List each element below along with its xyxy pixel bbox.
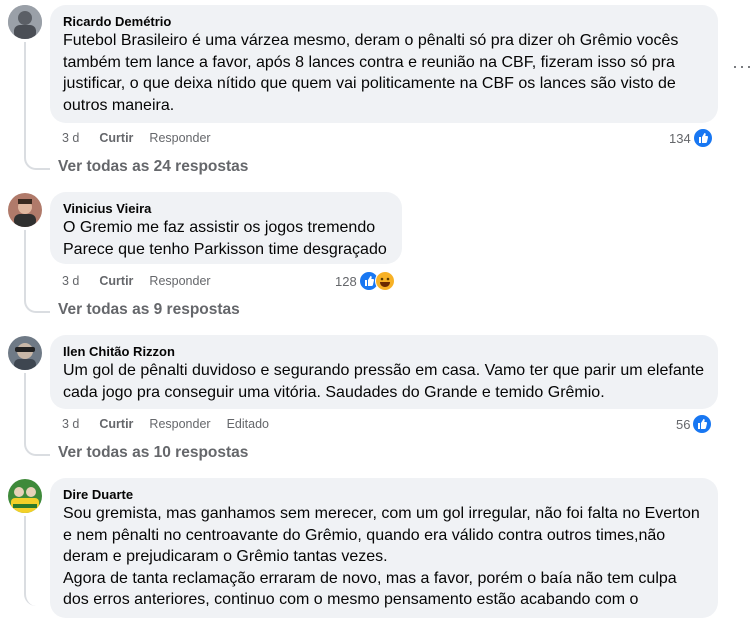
reply-button[interactable]: Responder [149, 417, 210, 431]
comment-author[interactable]: Ricardo Demétrio [63, 13, 706, 30]
comment-text: Futebol Brasileiro é uma várzea mesmo, d… [63, 32, 679, 114]
reply-button[interactable]: Responder [149, 274, 210, 288]
edited-label: Editado [226, 417, 269, 431]
comment-text: Sou gremista, mas ganhamos sem merecer, … [63, 503, 706, 611]
comment-time[interactable]: 3 d [62, 274, 79, 288]
view-replies-link[interactable]: Ver todas as 24 respostas [58, 158, 248, 176]
comment-text-line: Sou gremista, mas ganhamos sem merecer, … [63, 505, 700, 565]
reaction-summary[interactable]: 56 [676, 414, 713, 434]
view-replies-link[interactable]: Ver todas as 10 respostas [58, 444, 248, 462]
comment-text-line: O Gremio me faz assistir os jogos tremen… [63, 219, 376, 236]
haha-reaction-icon [374, 271, 395, 291]
reply-thread-line [24, 230, 50, 313]
reaction-summary[interactable]: 134 [669, 128, 713, 148]
comment-time[interactable]: 3 d [62, 417, 79, 431]
comment-actions: 3 d Curtir Responder [62, 274, 227, 288]
reaction-count: 56 [676, 416, 691, 432]
like-reaction-icon [692, 414, 713, 434]
like-button[interactable]: Curtir [99, 417, 133, 431]
comment-text-line: Agora de tanta reclamação erraram de nov… [63, 569, 677, 609]
comment-actions: 3 d Curtir Responder [62, 131, 227, 145]
reaction-count: 128 [335, 273, 357, 289]
avatar[interactable] [8, 336, 42, 370]
comment-author[interactable]: Ilen Chitão Rizzon [63, 343, 706, 360]
reply-thread-line [24, 373, 50, 456]
comment-bubble: Vinicius Vieira O Gremio me faz assistir… [50, 192, 402, 264]
comment-time[interactable]: 3 d [62, 131, 79, 145]
reaction-summary[interactable]: 128 [335, 271, 395, 291]
comment-actions: 3 d Curtir Responder Editado [62, 417, 285, 431]
avatar[interactable] [8, 479, 42, 513]
comment-text-line: Parece que tenho Parkisson time desgraça… [63, 240, 387, 258]
like-reaction-icon [692, 128, 713, 148]
avatar[interactable] [8, 5, 42, 39]
comment-text: Um gol de pênalti duvidoso e segurando p… [63, 362, 704, 401]
more-horizontal-icon[interactable]: ··· [732, 56, 750, 77]
comment-author[interactable]: Vinicius Vieira [63, 200, 390, 217]
comment-bubble: Dire Duarte Sou gremista, mas ganhamos s… [50, 478, 718, 618]
like-button[interactable]: Curtir [99, 274, 133, 288]
reply-thread-line [24, 516, 50, 606]
comment-text: O Gremio me faz assistir os jogos tremen… [63, 217, 390, 260]
comment-bubble: Ricardo Demétrio Futebol Brasileiro é um… [50, 5, 718, 123]
view-replies-link[interactable]: Ver todas as 9 respostas [58, 301, 240, 319]
avatar[interactable] [8, 193, 42, 227]
like-button[interactable]: Curtir [99, 131, 133, 145]
reply-thread-line [24, 42, 50, 170]
comment-author[interactable]: Dire Duarte [63, 486, 706, 503]
comment-bubble: Ilen Chitão Rizzon Um gol de pênalti duv… [50, 335, 718, 409]
reaction-count: 134 [669, 130, 691, 146]
reply-button[interactable]: Responder [149, 131, 210, 145]
